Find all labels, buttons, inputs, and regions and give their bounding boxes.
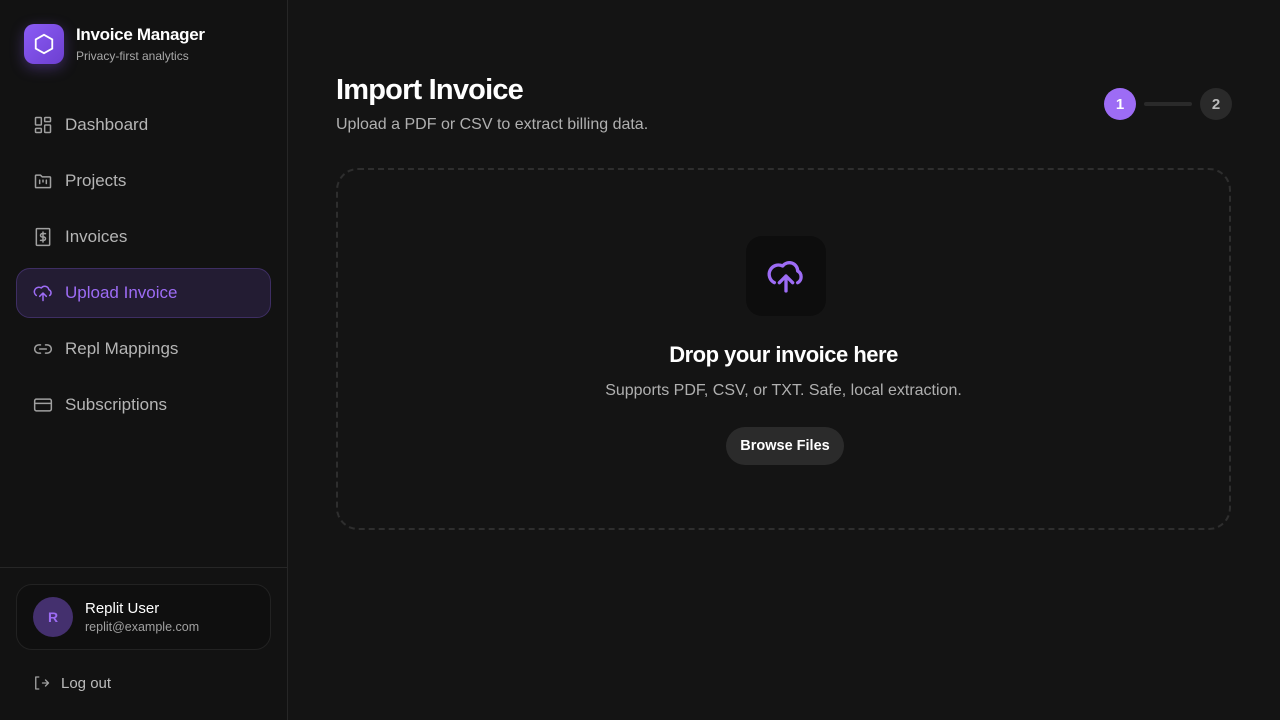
- sidebar-item-projects[interactable]: Projects: [16, 156, 271, 206]
- logout-icon: [35, 676, 50, 690]
- sidebar-item-subscriptions[interactable]: Subscriptions: [16, 380, 271, 430]
- app-title: Invoice Manager: [76, 25, 205, 44]
- sidebar-item-label: Invoices: [65, 227, 128, 246]
- sidebar-item-label: Repl Mappings: [65, 339, 179, 358]
- link-icon: [33, 344, 53, 354]
- sidebar-item-dashboard[interactable]: Dashboard: [16, 100, 271, 150]
- user-email: replit@example.com: [85, 620, 200, 634]
- stepper: 1 2: [1104, 88, 1232, 120]
- sidebar-divider: [0, 567, 287, 568]
- sidebar-item-label: Dashboard: [65, 115, 149, 134]
- cloud-upload-icon: [746, 236, 826, 316]
- hexagon-icon: [24, 24, 64, 64]
- user-card[interactable]: R Replit User replit@example.com: [16, 584, 271, 650]
- user-name: Replit User: [85, 600, 160, 617]
- sidebar-item-upload-invoice[interactable]: Upload Invoice: [16, 268, 271, 318]
- app-subtitle: Privacy-first analytics: [76, 49, 189, 63]
- page-subtitle: Upload a PDF or CSV to extract billing d…: [336, 116, 649, 133]
- avatar: R: [33, 597, 73, 637]
- folder-icon: [34, 174, 52, 189]
- cloud-upload-icon: [33, 285, 52, 302]
- step-1: 1: [1104, 88, 1136, 120]
- credit-card-icon: [33, 398, 53, 412]
- sidebar-item-label: Projects: [65, 171, 127, 190]
- sidebar-item-label: Subscriptions: [65, 395, 168, 414]
- sidebar-item-repl-mappings[interactable]: Repl Mappings: [16, 324, 271, 374]
- logout-label: Log out: [61, 674, 112, 692]
- sidebar: Invoice Manager Privacy-first analytics …: [0, 0, 288, 720]
- dropzone-title: Drop your invoice here: [669, 342, 898, 367]
- dropzone-subtitle: Supports PDF, CSV, or TXT. Safe, local e…: [605, 382, 962, 399]
- browse-files-button[interactable]: Browse Files: [726, 427, 844, 465]
- sidebar-nav: Dashboard Projects Invoices Upload Invoi…: [16, 100, 271, 436]
- step-connector: [1144, 102, 1192, 106]
- step-2: 2: [1200, 88, 1232, 120]
- page-title: Import Invoice: [336, 74, 524, 106]
- brand: Invoice Manager Privacy-first analytics: [24, 24, 205, 64]
- dashboard-icon: [34, 116, 52, 134]
- sidebar-item-label: Upload Invoice: [65, 283, 178, 302]
- sidebar-item-invoices[interactable]: Invoices: [16, 212, 271, 262]
- file-dropzone[interactable]: Drop your invoice here Supports PDF, CSV…: [336, 168, 1231, 530]
- logout-button[interactable]: Log out: [32, 674, 111, 692]
- receipt-icon: [35, 227, 51, 247]
